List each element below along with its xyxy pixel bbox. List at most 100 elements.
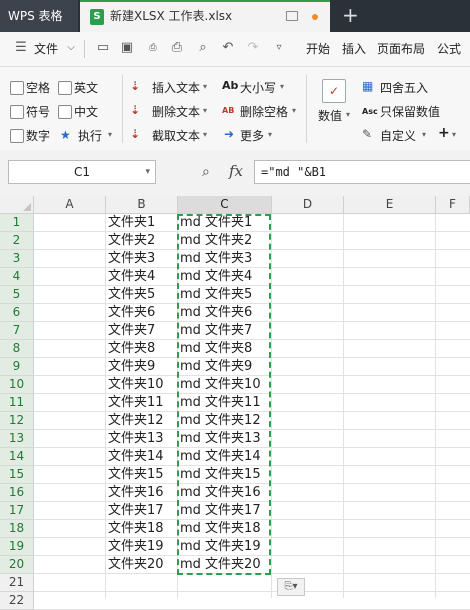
column-header-a[interactable]: A [34, 196, 106, 214]
row-header[interactable]: 5 [0, 286, 34, 304]
cell-b[interactable]: 文件夹16 [108, 484, 178, 502]
row-header[interactable]: 21 [0, 574, 34, 592]
cell-b[interactable]: 文件夹1 [108, 214, 178, 232]
save-icon[interactable]: ▣ [120, 41, 134, 55]
select-all-corner[interactable] [0, 196, 34, 214]
edit-icon[interactable]: ✎ [362, 127, 372, 141]
chevron-down-icon[interactable]: ▾ [346, 108, 350, 122]
cell-b[interactable]: 文件夹13 [108, 430, 178, 448]
row-header[interactable]: 12 [0, 412, 34, 430]
row-header[interactable]: 19 [0, 538, 34, 556]
cell-b[interactable]: 文件夹19 [108, 538, 178, 556]
symbol-checkbox[interactable] [10, 105, 24, 119]
row-header[interactable]: 10 [0, 376, 34, 394]
pdf-icon[interactable]: ⎙ [146, 41, 160, 55]
value-icon[interactable]: ✓ [322, 79, 346, 103]
row-header[interactable]: 18 [0, 520, 34, 538]
case-icon[interactable]: Ab [222, 79, 238, 93]
tab-page-layout[interactable]: 页面布局 [377, 40, 425, 57]
delete-space-icon[interactable]: AB [222, 104, 234, 118]
cell-b[interactable]: 文件夹11 [108, 394, 178, 412]
row-header[interactable]: 13 [0, 430, 34, 448]
undo-icon[interactable]: ↶ [221, 41, 235, 55]
tab-start[interactable]: 开始 [306, 40, 330, 57]
cell-b[interactable]: 文件夹12 [108, 412, 178, 430]
wps-home-tab[interactable]: WPS 表格 [0, 0, 78, 32]
document-tab[interactable]: S 新建XLSX 工作表.xlsx [80, 0, 330, 32]
case-button[interactable]: 大小写 [240, 79, 276, 96]
row-header[interactable]: 17 [0, 502, 34, 520]
round-button[interactable]: 四舍五入 [380, 79, 428, 96]
redo-icon[interactable]: ↷ [246, 41, 260, 55]
delete-space-button[interactable]: 删除空格 [240, 103, 288, 120]
zoom-icon[interactable]: ⌕ [202, 164, 210, 180]
keep-value-icon[interactable]: Asc [362, 105, 378, 119]
row-header[interactable]: 2 [0, 232, 34, 250]
execute-button[interactable]: 执行 [78, 127, 102, 144]
cell-b[interactable]: 文件夹9 [108, 358, 178, 376]
chevron-down-icon[interactable]: ▾ [203, 128, 207, 142]
delete-text-button[interactable]: 删除文本 [152, 103, 200, 120]
chevron-down-icon[interactable]: ▾ [422, 128, 426, 142]
row-header[interactable]: 6 [0, 304, 34, 322]
row-header[interactable]: 22 [0, 592, 34, 610]
column-header-b[interactable]: B [106, 196, 178, 214]
new-tab-button[interactable]: + [342, 4, 359, 26]
cell-b[interactable]: 文件夹7 [108, 322, 178, 340]
row-header[interactable]: 9 [0, 358, 34, 376]
chevron-down-icon[interactable]: ⌵ [64, 41, 78, 55]
cell-b[interactable]: 文件夹14 [108, 448, 178, 466]
space-checkbox[interactable] [10, 81, 24, 95]
chevron-down-icon[interactable]: ▾ [452, 128, 456, 142]
keep-value-button[interactable]: 只保留数值 [380, 103, 440, 120]
formula-input[interactable]: ="md "&B1 [254, 160, 470, 184]
insert-text-icon[interactable]: ⇣ [130, 79, 140, 93]
print-preview-icon[interactable]: ⌕ [196, 41, 210, 55]
row-header[interactable]: 1 [0, 214, 34, 232]
customize-icon[interactable]: ▿ [272, 41, 286, 55]
cell-b[interactable]: 文件夹10 [108, 376, 178, 394]
row-header[interactable]: 15 [0, 466, 34, 484]
cell-b[interactable]: 文件夹6 [108, 304, 178, 322]
chevron-down-icon[interactable]: ▾ [292, 104, 296, 118]
tab-formula[interactable]: 公式 [437, 40, 461, 57]
row-header[interactable]: 3 [0, 250, 34, 268]
arrow-right-icon[interactable]: ➜ [224, 127, 234, 141]
cell-b[interactable]: 文件夹17 [108, 502, 178, 520]
row-header[interactable]: 4 [0, 268, 34, 286]
insert-text-button[interactable]: 插入文本 [152, 79, 200, 96]
open-folder-icon[interactable]: ▭ [96, 41, 110, 55]
chevron-down-icon[interactable]: ▾ [280, 80, 284, 94]
chevron-down-icon[interactable]: ▾ [268, 128, 272, 142]
chinese-checkbox[interactable] [58, 105, 72, 119]
file-menu[interactable]: 文件 [34, 40, 58, 57]
row-header[interactable]: 8 [0, 340, 34, 358]
row-header[interactable]: 14 [0, 448, 34, 466]
round-icon[interactable]: ▦ [362, 79, 373, 93]
hamburger-icon[interactable]: ☰ [14, 41, 28, 55]
delete-text-icon[interactable]: ⇣ [130, 103, 140, 117]
cell-b[interactable]: 文件夹20 [108, 556, 178, 574]
value-button[interactable]: 数值 [318, 107, 342, 124]
print-icon[interactable]: ⎙ [170, 41, 184, 55]
column-header-e[interactable]: E [344, 196, 436, 214]
column-header-d[interactable]: D [272, 196, 344, 214]
row-header[interactable]: 11 [0, 394, 34, 412]
screen-icon[interactable] [286, 11, 298, 21]
paste-options-button[interactable]: ⎘▾ [277, 578, 305, 596]
cell-b[interactable]: 文件夹18 [108, 520, 178, 538]
more-button[interactable]: 更多 [240, 127, 264, 144]
chevron-down-icon[interactable]: ▾ [145, 161, 150, 183]
chevron-down-icon[interactable]: ▾ [203, 104, 207, 118]
execute-icon[interactable]: ★ [60, 128, 71, 142]
chevron-down-icon[interactable]: ▾ [108, 128, 112, 142]
english-checkbox[interactable] [58, 81, 72, 95]
cell-b[interactable]: 文件夹15 [108, 466, 178, 484]
cell-b[interactable]: 文件夹2 [108, 232, 178, 250]
row-header[interactable]: 20 [0, 556, 34, 574]
cell-b[interactable]: 文件夹8 [108, 340, 178, 358]
cell-b[interactable]: 文件夹3 [108, 250, 178, 268]
plus-icon[interactable]: + [438, 126, 450, 140]
row-header[interactable]: 7 [0, 322, 34, 340]
custom-button[interactable]: 自定义 [380, 127, 416, 144]
